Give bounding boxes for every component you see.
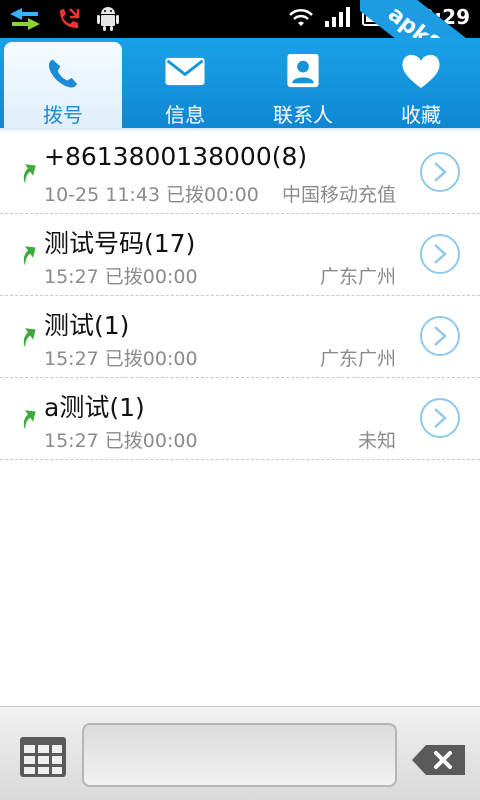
call-detail-button[interactable] bbox=[420, 152, 460, 192]
call-name: 测试号码(17) bbox=[44, 229, 196, 258]
call-log-list: +8613800138000(8) 10-25 11:43 已拨00:00 中国… bbox=[0, 132, 480, 460]
missed-call-icon bbox=[60, 8, 80, 28]
envelope-icon bbox=[165, 57, 205, 86]
call-log-item[interactable]: 测试(1) 15:27 已拨00:00 广东广州 bbox=[0, 296, 480, 378]
contact-icon bbox=[287, 53, 319, 88]
dial-input-bar bbox=[0, 706, 480, 800]
dialpad-toggle-button[interactable] bbox=[20, 737, 66, 777]
status-bar-notifications bbox=[8, 6, 120, 32]
signal-icon bbox=[325, 7, 351, 27]
chevron-right-icon bbox=[434, 408, 447, 428]
android-icon bbox=[97, 7, 119, 31]
tab-label: 收藏 bbox=[401, 103, 441, 127]
tab-dialer[interactable]: 拨号 bbox=[4, 42, 122, 128]
data-transfer-icon bbox=[10, 8, 40, 30]
tab-contacts[interactable]: 联系人 bbox=[244, 38, 362, 128]
backspace-icon bbox=[412, 745, 465, 775]
dial-number-input[interactable] bbox=[82, 723, 397, 787]
tab-label: 拨号 bbox=[43, 103, 83, 127]
clock: 12:29 bbox=[406, 5, 470, 29]
call-log-item[interactable]: +8613800138000(8) 10-25 11:43 已拨00:00 中国… bbox=[0, 132, 480, 214]
call-time-status: 15:27 已拨00:00 bbox=[44, 266, 198, 288]
outgoing-call-icon bbox=[23, 410, 36, 430]
call-detail-button[interactable] bbox=[420, 316, 460, 356]
tab-label: 联系人 bbox=[273, 103, 333, 127]
dialpad-icon bbox=[20, 737, 66, 777]
call-location: 中国移动充值 bbox=[281, 184, 396, 206]
call-name: +8613800138000(8) bbox=[44, 142, 308, 171]
call-time-status: 10-25 11:43 已拨00:00 bbox=[44, 184, 259, 206]
status-bar-system: 12:29 bbox=[288, 5, 470, 29]
chevron-right-icon bbox=[434, 244, 447, 264]
call-name: 测试(1) bbox=[44, 311, 130, 340]
backspace-button[interactable] bbox=[410, 743, 468, 777]
outgoing-call-icon bbox=[23, 164, 36, 184]
call-location: 未知 bbox=[357, 430, 396, 452]
call-log-item[interactable]: a测试(1) 15:27 已拨00:00 未知 bbox=[0, 378, 480, 460]
battery-icon bbox=[362, 9, 396, 26]
tab-messages[interactable]: 信息 bbox=[126, 38, 244, 128]
chevron-right-icon bbox=[434, 162, 447, 182]
call-name: a测试(1) bbox=[44, 393, 145, 422]
call-time-status: 15:27 已拨00:00 bbox=[44, 348, 198, 370]
call-location: 广东广州 bbox=[319, 266, 396, 288]
wifi-icon bbox=[289, 8, 314, 26]
tab-label: 信息 bbox=[165, 103, 205, 127]
call-time-status: 15:27 已拨00:00 bbox=[44, 430, 198, 452]
chevron-right-icon bbox=[434, 326, 447, 346]
outgoing-call-icon bbox=[23, 328, 36, 348]
call-detail-button[interactable] bbox=[420, 398, 460, 438]
tab-favorites[interactable]: 收藏 bbox=[362, 38, 480, 128]
heart-icon bbox=[402, 54, 440, 89]
status-bar: 12:29 apk8.com bbox=[0, 0, 480, 109]
outgoing-call-icon bbox=[23, 246, 36, 266]
call-log-item[interactable]: 测试号码(17) 15:27 已拨00:00 广东广州 bbox=[0, 214, 480, 296]
phone-icon bbox=[49, 59, 77, 88]
tab-bar: 拨号 信息 联系人 收藏 bbox=[0, 38, 480, 128]
call-detail-button[interactable] bbox=[420, 234, 460, 274]
call-location: 广东广州 bbox=[319, 348, 396, 370]
